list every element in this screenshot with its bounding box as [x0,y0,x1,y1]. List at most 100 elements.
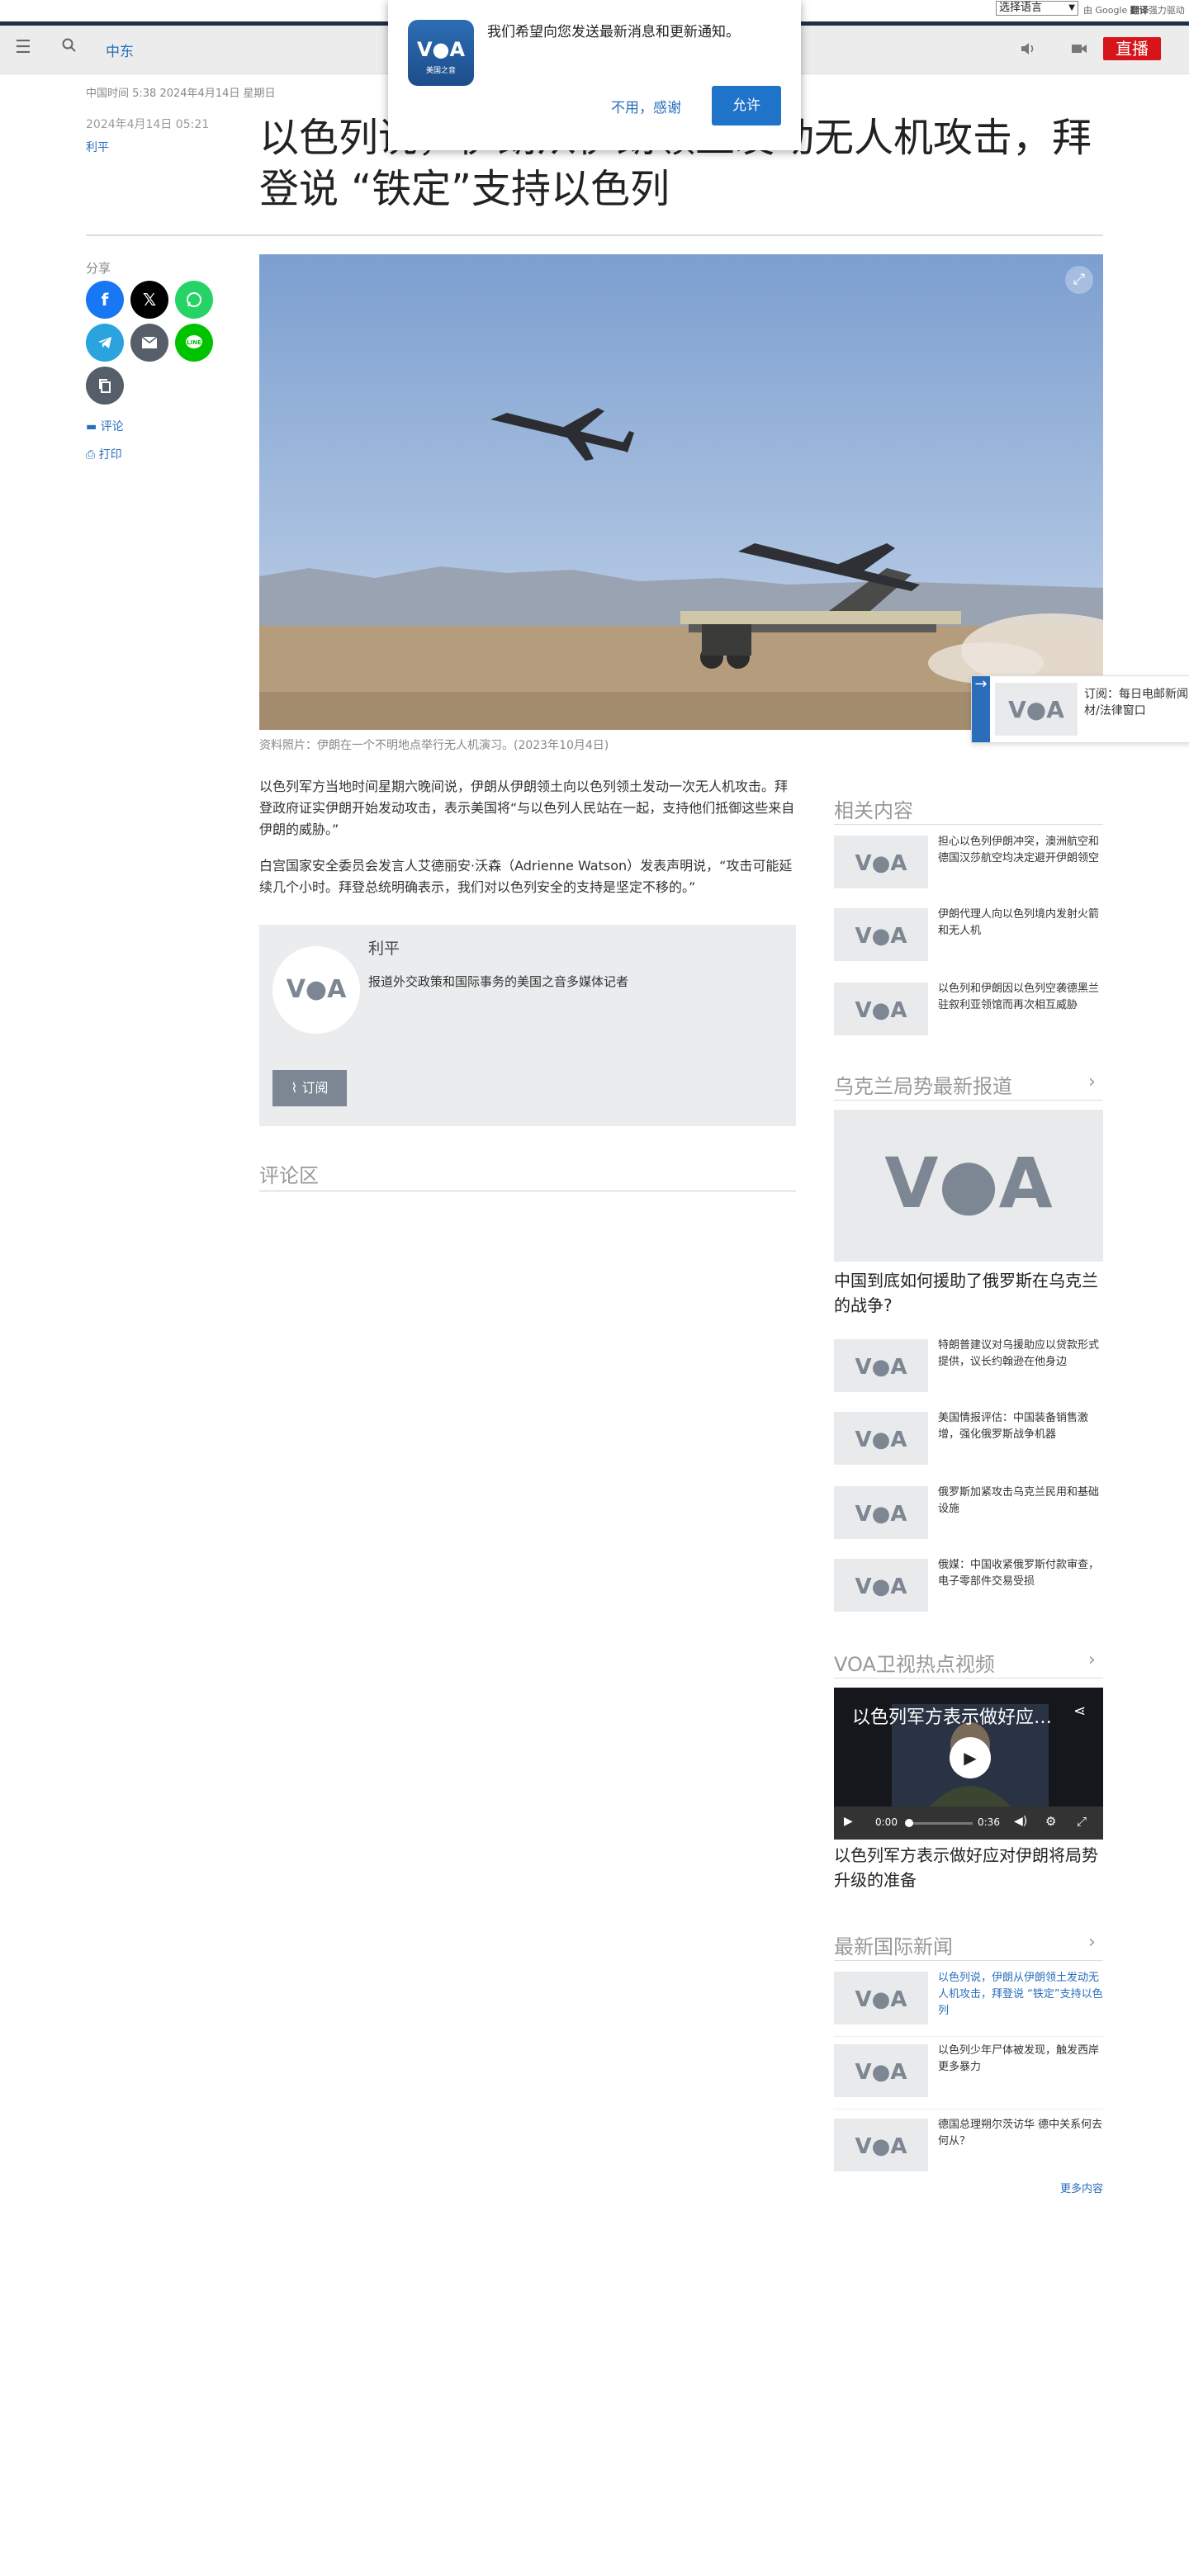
telegram-share-button[interactable] [86,324,124,362]
intl-item-link[interactable]: 以色列说，伊朗从伊朗领土发动无人机攻击，拜登说 “铁定”支持以色列 [938,1970,1103,2020]
svg-text:V●A: V●A [884,1143,1052,1224]
search-icon[interactable] [61,37,78,58]
decline-button[interactable]: 不用，感谢 [611,96,681,116]
more-link[interactable]: 更多内容 [1060,2180,1103,2195]
ukraine-thumbnail[interactable]: V●A [834,1486,928,1539]
comment-link[interactable]: ▬ 评论 [86,418,124,434]
divider [834,2109,1103,2110]
svg-text:V●A: V●A [855,998,907,1023]
video-camera-icon[interactable] [1070,40,1088,62]
video-title: 以色列军方表示做好应对伊朗将局势升级的准备 [852,1707,1067,1728]
chevron-right-icon[interactable]: › [1088,1932,1096,1953]
progress-bar[interactable] [907,1822,973,1825]
related-thumbnail[interactable]: V●A [834,983,928,1035]
svg-text:V●A: V●A [855,851,907,876]
related-section-title: 相关内容 [834,799,913,822]
comments-title: 评论区 [259,1164,319,1187]
svg-text:V●A: V●A [855,1502,907,1527]
rss-icon: ⌇ [291,1080,298,1096]
audio-icon[interactable] [1019,40,1037,62]
chevron-right-icon[interactable]: › [1088,1650,1096,1670]
copy-link-button[interactable] [86,367,124,405]
allow-button[interactable]: 允许 [712,86,781,125]
copy-icon [99,379,111,393]
line-share-button[interactable]: LINE [175,324,213,362]
divider [834,1960,1103,1961]
facebook-share-button[interactable]: f [86,281,124,319]
divider [834,1100,1103,1101]
hamburger-menu-icon[interactable]: ☰ [15,37,31,58]
share-icon[interactable]: ⋖ [1073,1702,1086,1720]
total-time: 0:36 [978,1816,1000,1828]
subscribe-label: 订阅 [301,1080,329,1096]
whatsapp-icon [187,292,201,307]
svg-text:V●A: V●A [1008,696,1064,723]
intl-thumbnail[interactable]: V●A [834,1972,928,2024]
ukraine-item-link[interactable]: 俄罗斯加紧攻击乌克兰民用和基础设施 [938,1485,1103,1518]
ukraine-lead-title[interactable]: 中国到底如何援助了俄罗斯在乌克兰的战争? [834,1268,1106,1318]
live-button[interactable]: 直播 [1103,37,1161,60]
divider [834,2036,1103,2037]
chevron-down-icon: ▼ [1068,3,1075,12]
progress-handle[interactable] [905,1819,913,1827]
divider [86,234,1103,236]
related-thumbnail[interactable]: V●A [834,908,928,961]
image-caption: 资料照片：伊朗在一个不明地点举行无人机演习。(2023年10月4日) [259,739,609,752]
video-section-title[interactable]: VOA卫视热点视频 [834,1648,995,1677]
related-item-link[interactable]: 以色列和伊朗因以色列空袭德黑兰驻叙利亚领馆而再次相互威胁 [938,981,1103,1014]
ukraine-item-link[interactable]: 俄媒：中国收紧俄罗斯付款审查，电子零部件交易受损 [938,1557,1103,1590]
play-icon[interactable]: ▶ [844,1815,853,1828]
related-item-link[interactable]: 担心以色列伊朗冲突，澳洲航空和德国汉莎航空均决定避开伊朗领空 [938,834,1103,867]
ukraine-lead-thumbnail[interactable]: V●A [834,1110,1103,1262]
arrow-right-icon[interactable]: → [972,676,990,742]
author-box: V●A 利平 报道外交政策和国际事务的美国之音多媒体记者 ⌇ 订阅 [259,925,796,1126]
intl-thumbnail[interactable]: V●A [834,2119,928,2171]
chevron-right-icon[interactable]: › [1088,1072,1096,1092]
x-share-button[interactable]: 𝕏 [130,281,168,319]
subscribe-popup-text: 订阅：每日电邮新闻材/法律窗口 [1084,688,1188,717]
facebook-icon: f [101,290,109,310]
line-icon: LINE [186,335,202,348]
whatsapp-share-button[interactable] [175,281,213,319]
settings-gear-icon[interactable]: ⚙ [1045,1814,1056,1829]
print-link[interactable]: ⎙ 打印 [86,446,122,462]
play-icon[interactable]: ▶ [950,1737,991,1778]
ukraine-item-link[interactable]: 美国情报评估：中国装备销售激增，强化俄罗斯战争机器 [938,1410,1103,1443]
ukraine-thumbnail[interactable]: V●A [834,1412,928,1465]
current-time: 0:00 [875,1816,898,1828]
google-prefix: 由 Google [1083,5,1128,16]
svg-text:V●A: V●A [855,1987,907,2012]
article-author-link[interactable]: 利平 [86,139,109,155]
ukraine-section-title[interactable]: 乌克兰局势最新报道 [834,1070,1012,1099]
x-icon: 𝕏 [142,290,157,310]
article-date: 2024年4月14日 05:21 [86,118,210,131]
avatar: V●A [272,946,360,1034]
related-thumbnail[interactable]: V●A [834,836,928,888]
language-select[interactable]: 选择语言 ▼ [996,1,1078,16]
related-item-link[interactable]: 伊朗代理人向以色列境内发射火箭和无人机 [938,907,1103,940]
translate-label: 翻译 [1130,5,1149,16]
fullscreen-icon[interactable]: ⤢ [1065,266,1093,294]
svg-text:V●A: V●A [855,1428,907,1452]
ukraine-item-link[interactable]: 特朗普建议对乌援助应以贷款形式提供，议长约翰逊在他身边 [938,1338,1103,1371]
comment-link-label: 评论 [100,420,124,433]
intl-thumbnail[interactable]: V●A [834,2044,928,2097]
email-share-button[interactable] [130,324,168,362]
google-translate-credit[interactable]: 由 Google 翻译强力驱动 [1083,3,1185,17]
fullscreen-icon[interactable]: ⤢ [1077,1814,1087,1829]
ukraine-thumbnail[interactable]: V●A [834,1339,928,1392]
subscribe-button[interactable]: ⌇ 订阅 [272,1070,347,1106]
section-link-middle-east[interactable]: 中东 [106,40,134,60]
video-caption[interactable]: 以色列军方表示做好应对伊朗将局势升级的准备 [834,1843,1106,1892]
intl-section-title[interactable]: 最新国际新闻 [834,1930,953,1959]
intl-item-link[interactable]: 以色列少年尸体被发现，触发西岸更多暴力 [938,2043,1103,2076]
author-name: 利平 [368,940,400,958]
svg-text:V●A: V●A [855,924,907,949]
video-player[interactable]: 以色列军方表示做好应对伊朗将局势升级的准备 ⋖ ▶ ▶ 0:00 0:36 ◀)… [834,1688,1103,1840]
volume-icon[interactable]: ◀) [1014,1815,1027,1828]
ukraine-thumbnail[interactable]: V●A [834,1559,928,1612]
subscribe-popup[interactable]: → V●A 订阅：每日电邮新闻材/法律窗口 [971,675,1189,743]
intl-item-link[interactable]: 德国总理朔尔茨访华 德中关系何去何从？ [938,2117,1103,2150]
print-link-label: 打印 [98,448,122,462]
svg-text:V●A: V●A [855,2060,907,2085]
